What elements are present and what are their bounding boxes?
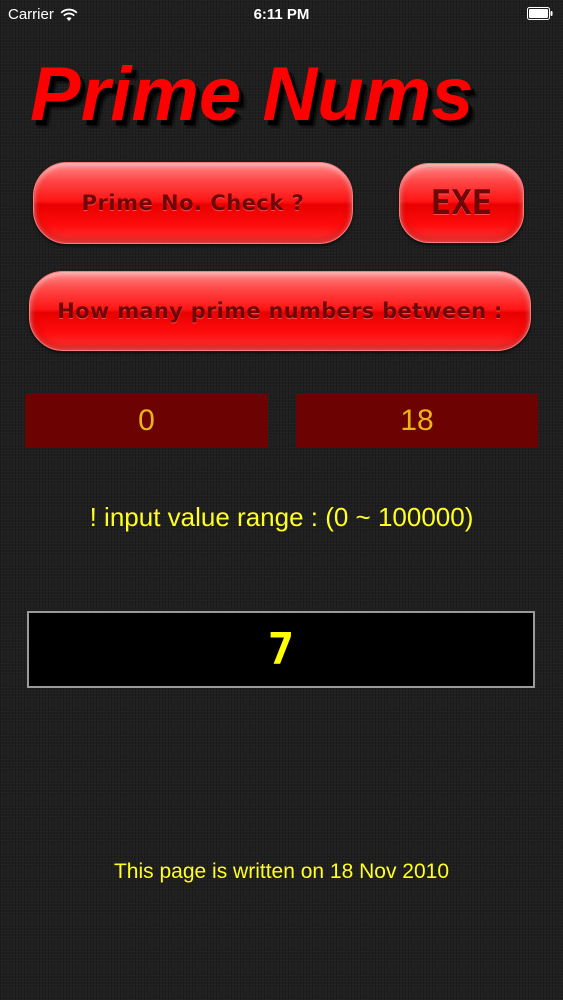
battery-icon bbox=[527, 7, 553, 20]
input-range-note: ! input value range : (0 ~ 100000) bbox=[89, 502, 474, 532]
footer-note: This page is written on 18 Nov 2010 bbox=[113, 860, 450, 883]
app-title: Prime Nums bbox=[30, 52, 474, 137]
range-to-input[interactable] bbox=[296, 394, 538, 448]
result-value: 7 bbox=[267, 623, 295, 675]
prime-check-button[interactable]: Prime No. Check ? bbox=[33, 162, 353, 244]
status-time: 6:11 PM bbox=[253, 6, 310, 23]
exe-button[interactable]: EXE bbox=[399, 163, 524, 243]
count-between-button[interactable]: How many prime numbers between : bbox=[29, 271, 531, 351]
range-from-input[interactable] bbox=[25, 394, 268, 448]
result-display: 7 bbox=[27, 611, 535, 688]
status-bar: Carrier 6:11 PM bbox=[0, 0, 563, 30]
